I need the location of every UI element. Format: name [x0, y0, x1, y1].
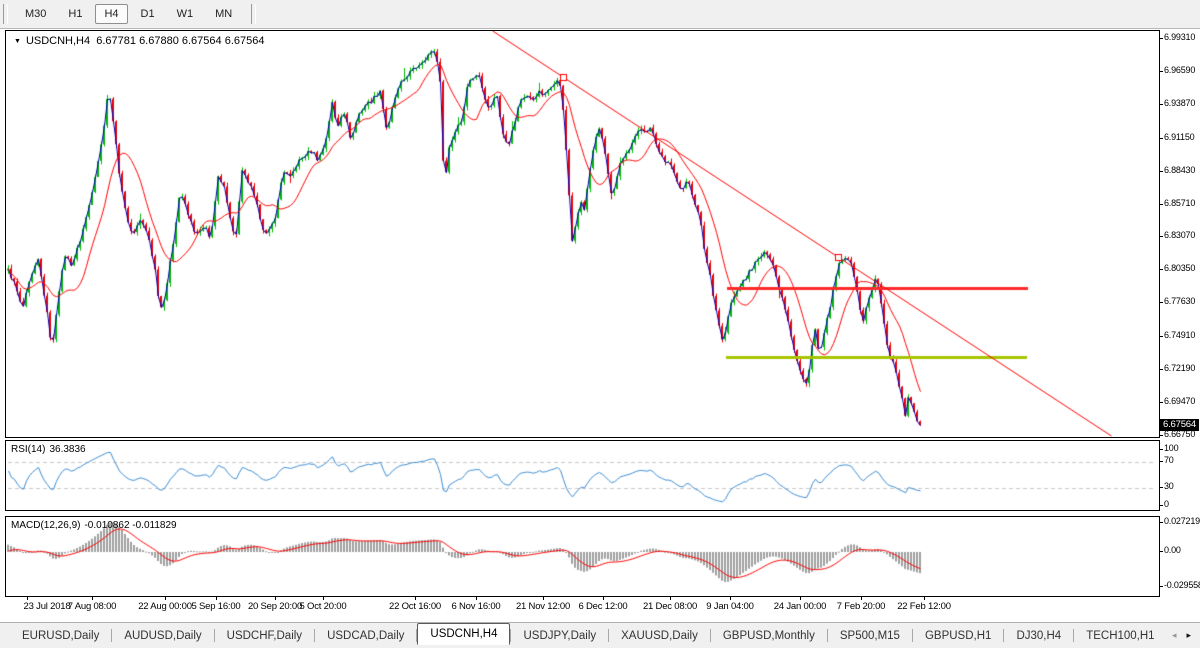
chart-tab-usdcad-daily[interactable]: USDCAD,Daily	[315, 626, 416, 646]
chart-tab-audusd-daily[interactable]: AUDUSD,Daily	[112, 626, 213, 646]
rsi-indicator-name: RSI(14)	[11, 444, 45, 455]
chart-tab-dj30-h4[interactable]: DJ30,H4	[1004, 626, 1073, 646]
chart-tab-xauusd-daily[interactable]: XAUUSD,Daily	[609, 626, 710, 646]
chart-tab-bar: EURUSD,DailyAUDUSD,DailyUSDCHF,DailyUSDC…	[0, 622, 1200, 648]
macd-indicator-panel: MACD(12,26,9) -0.010862 -0.011829	[5, 516, 1160, 597]
timeframe-button-d1[interactable]: D1	[132, 4, 164, 24]
timeframe-button-h1[interactable]: H1	[59, 4, 91, 24]
tabs-scroll-left-button[interactable]: ◂	[1167, 628, 1182, 643]
chart-tab-usdcnh-h4[interactable]: USDCNH,H4	[417, 623, 510, 645]
mt4-window: M30H1H4D1W1MN ▼ USDCNH,H4 6.67781 6.67880…	[0, 0, 1200, 648]
rsi-label: RSI(14) 36.3836	[11, 444, 90, 455]
timeframe-button-h4[interactable]: H4	[95, 4, 127, 24]
chart-tab-gbpusd-monthly[interactable]: GBPUSD,Monthly	[711, 626, 827, 646]
chart-tab-usdchf-daily[interactable]: USDCHF,Daily	[215, 626, 314, 646]
chevron-down-icon[interactable]: ▼	[14, 38, 21, 45]
chart-tab-sp500-m15[interactable]: SP500,M15	[828, 626, 912, 646]
timeframe-button-m30[interactable]: M30	[16, 4, 55, 24]
chart-client-area: ▼ USDCNH,H4 6.67781 6.67880 6.67564 6.675…	[0, 29, 1200, 622]
timeframe-buttons: M30H1H4D1W1MN	[14, 4, 243, 24]
chart-tab-usdjpy-daily[interactable]: USDJPY,Daily	[511, 626, 608, 646]
chart-symbol-period: USDCNH,H4	[26, 35, 90, 47]
macd-label: MACD(12,26,9) -0.010862 -0.011829	[11, 520, 181, 531]
timeframe-button-mn[interactable]: MN	[206, 4, 241, 24]
timeframe-button-w1[interactable]: W1	[168, 4, 203, 24]
toolbar-separator	[251, 4, 256, 24]
chart-tab-tech100-h1[interactable]: TECH100,H1	[1074, 626, 1166, 646]
chart-tab-eurusd-daily[interactable]: EURUSD,Daily	[10, 626, 111, 646]
chart-title: ▼ USDCNH,H4 6.67781 6.67880 6.67564 6.675…	[14, 35, 264, 47]
toolbar-grip[interactable]	[3, 4, 8, 24]
rsi-indicator-value: 36.3836	[49, 444, 85, 455]
tabs-scroll-right-button[interactable]: ▸	[1181, 628, 1196, 643]
timeframe-toolbar: M30H1H4D1W1MN	[0, 0, 1200, 29]
chart-tabs: EURUSD,DailyAUDUSD,DailyUSDCHF,DailyUSDC…	[10, 623, 1167, 648]
current-price-label: 6.67564	[1160, 419, 1199, 431]
price-chart-panel: ▼ USDCNH,H4 6.67781 6.67880 6.67564 6.675…	[5, 30, 1160, 438]
chart-ohlc-values: 6.67781 6.67880 6.67564 6.67564	[96, 35, 264, 47]
current-price-value: 6.67564	[1163, 419, 1196, 430]
price-chart-canvas[interactable]	[6, 31, 1159, 437]
chart-tab-gbpusd-h1[interactable]: GBPUSD,H1	[913, 626, 1003, 646]
macd-indicator-name: MACD(12,26,9)	[11, 520, 80, 531]
rsi-indicator-panel: RSI(14) 36.3836	[5, 440, 1160, 511]
macd-indicator-values: -0.010862 -0.011829	[84, 520, 176, 531]
tab-scroll-arrows: ◂ ▸	[1167, 623, 1196, 648]
rsi-canvas[interactable]	[6, 441, 1159, 510]
